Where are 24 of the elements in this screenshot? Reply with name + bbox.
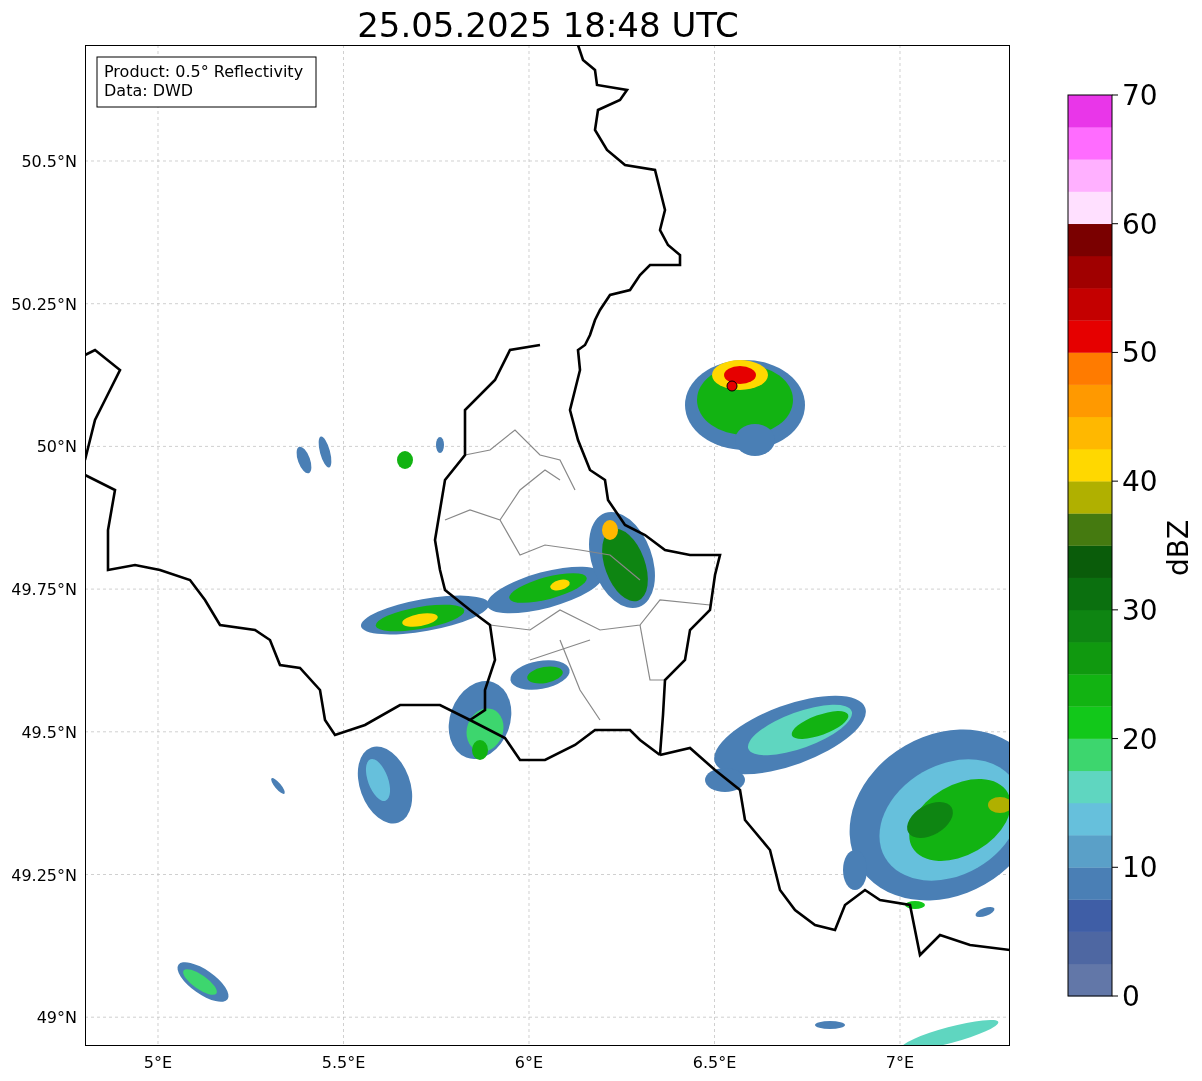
- colorbar-tick-label: 0: [1122, 980, 1140, 1013]
- colorbar-tick-label: 10: [1122, 851, 1158, 885]
- colorbar-tick-label: 30: [1122, 593, 1158, 627]
- latitude-label: 49.25°N: [11, 865, 77, 885]
- latitude-label: 50.25°N: [11, 294, 77, 314]
- colorbar-tick-label: 60: [1122, 207, 1158, 241]
- info-text: Data: DWD: [104, 81, 194, 100]
- info-text: Product: 0.5° Reflectivity: [104, 62, 304, 81]
- colorbar-tick-label: 70: [1122, 79, 1158, 112]
- longitude-label: 6°E: [514, 1053, 544, 1072]
- colorbar-label: dBZ: [1162, 519, 1195, 577]
- longitude-label: 6.5°E: [692, 1053, 737, 1072]
- colorbar-tick-label: 50: [1122, 336, 1158, 370]
- longitude-label: 7°E: [885, 1053, 915, 1072]
- latitude-label: 50°N: [36, 437, 77, 457]
- colorbar-tick-label: 40: [1122, 465, 1158, 499]
- longitude-label: 5.5°E: [321, 1053, 366, 1072]
- latitude-label: 50.5°N: [21, 152, 77, 171]
- colorbar-tick-label: 20: [1122, 722, 1158, 756]
- latitude-label: 49.75°N: [11, 580, 77, 600]
- latitude-label: 49.5°N: [21, 722, 77, 742]
- chart-title: 25.05.2025 18:48 UTC: [357, 5, 739, 45]
- longitude-label: 5°E: [143, 1053, 173, 1072]
- latitude-label: 49°N: [36, 1008, 77, 1028]
